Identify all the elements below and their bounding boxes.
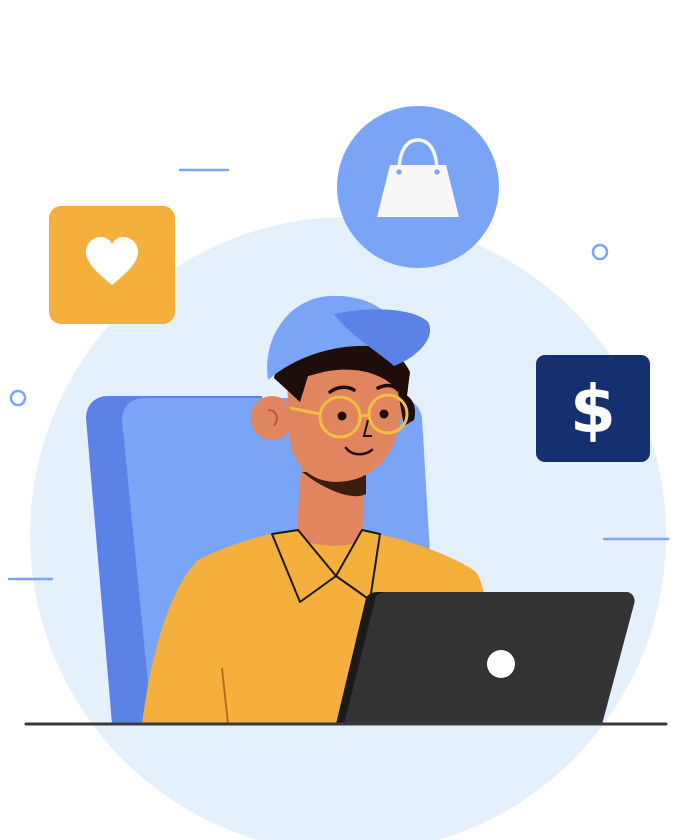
- laptop: [336, 592, 635, 724]
- dollar-icon: $: [570, 371, 616, 448]
- eye-left: [337, 411, 347, 421]
- ear: [251, 396, 293, 440]
- illustration-scene: $: [0, 0, 694, 840]
- shopping-bag-badge: [337, 106, 499, 268]
- laptop-logo: [487, 650, 515, 678]
- dollar-tile: $: [536, 355, 650, 462]
- eye-right: [379, 409, 389, 419]
- heart-tile: [49, 206, 175, 324]
